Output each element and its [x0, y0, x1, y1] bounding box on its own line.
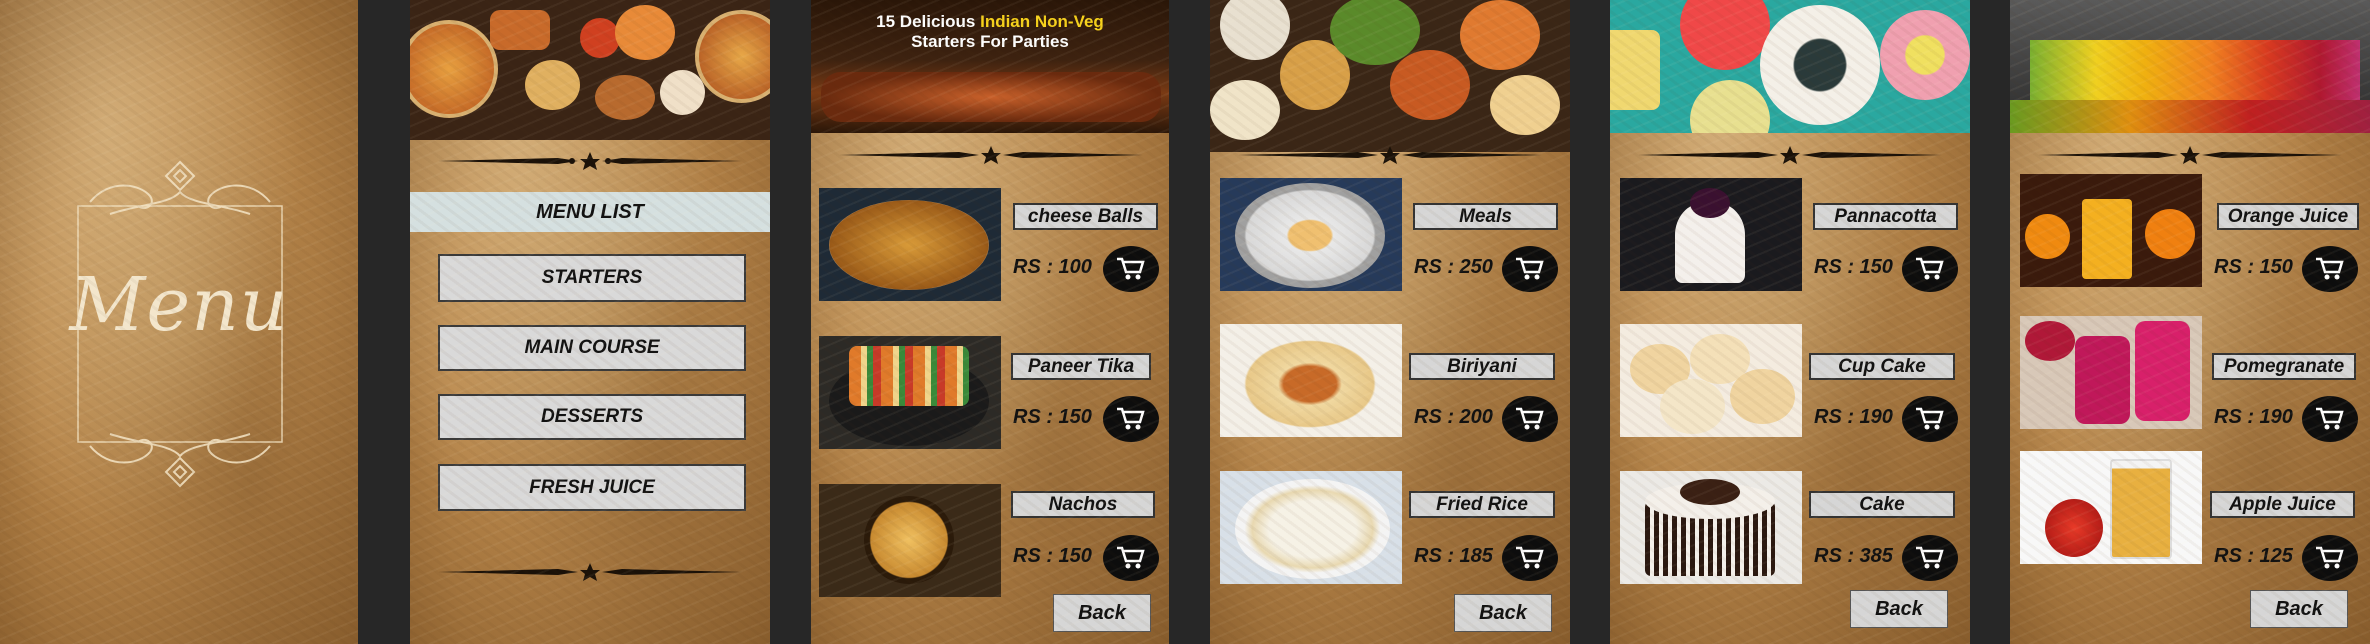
ornament-divider-icon: [438, 563, 742, 581]
ornament-divider-icon: [438, 152, 742, 170]
banner-highlight: Indian Non-Veg: [980, 12, 1104, 31]
food-image-paneer-tika: [819, 336, 1001, 449]
add-to-cart-button[interactable]: [1902, 246, 1958, 292]
fresh-juice-screen: Orange Juice RS : 150 Pomegranate RS : 1…: [2010, 0, 2370, 644]
add-to-cart-button[interactable]: [2302, 396, 2358, 442]
ornament-divider-icon: [1238, 146, 1542, 164]
back-button[interactable]: Back: [2250, 590, 2348, 628]
shopping-cart-icon: [1516, 407, 1544, 430]
desserts-button[interactable]: DESSERTS: [438, 394, 746, 440]
fresh-juice-button[interactable]: FRESH JUICE: [438, 464, 746, 511]
header-image-fastfood: [410, 0, 770, 140]
back-button[interactable]: Back: [1454, 594, 1552, 632]
shopping-cart-icon: [2316, 407, 2344, 430]
shopping-cart-icon: [1117, 257, 1145, 280]
food-image-orange-juice: [2020, 174, 2202, 287]
shopping-cart-icon: [1117, 546, 1145, 569]
add-to-cart-button[interactable]: [1103, 246, 1159, 292]
banner-text: 15 Delicious: [876, 12, 981, 31]
shopping-cart-icon: [1916, 407, 1944, 430]
shopping-cart-icon: [2316, 546, 2344, 569]
food-image-nachos: [819, 484, 1001, 597]
food-image-cup-cake: [1620, 324, 1802, 437]
shopping-cart-icon: [1916, 257, 1944, 280]
main-course-button[interactable]: MAIN COURSE: [438, 325, 746, 371]
food-image-pomegranate: [2020, 316, 2202, 429]
add-to-cart-button[interactable]: [1902, 535, 1958, 581]
item-name-biriyani: Biriyani: [1409, 353, 1555, 380]
item-name-orange-juice: Orange Juice: [2217, 203, 2359, 230]
add-to-cart-button[interactable]: [2302, 535, 2358, 581]
item-price: RS : 190: [2214, 406, 2293, 428]
shopping-cart-icon: [1516, 257, 1544, 280]
item-price: RS : 150: [2214, 256, 2293, 278]
splash-screen: Menu: [0, 0, 358, 644]
shopping-cart-icon: [2316, 257, 2344, 280]
item-name-nachos: Nachos: [1011, 491, 1155, 518]
add-to-cart-button[interactable]: [2302, 246, 2358, 292]
menu-list-heading: MENU LIST: [410, 192, 770, 232]
food-image-fried-rice: [1220, 471, 1402, 584]
item-name-cheese-balls: cheese Balls: [1013, 203, 1158, 230]
menu-list-screen: MENU LIST STARTERS MAIN COURSE DESSERTS …: [410, 0, 770, 644]
desserts-screen: Pannacotta RS : 150 Cup Cake RS : 190 Ca…: [1610, 0, 1970, 644]
food-image-meals: [1220, 178, 1402, 291]
food-image-pannacotta: [1620, 178, 1802, 291]
add-to-cart-button[interactable]: [1902, 396, 1958, 442]
shopping-cart-icon: [1516, 546, 1544, 569]
item-name-cup-cake: Cup Cake: [1809, 353, 1955, 380]
item-name-meals: Meals: [1413, 203, 1558, 230]
starters-screen: 15 Delicious Indian Non-Veg Starters For…: [811, 0, 1169, 644]
item-price: RS : 185: [1414, 545, 1493, 567]
item-price: RS : 150: [1814, 256, 1893, 278]
add-to-cart-button[interactable]: [1103, 396, 1159, 442]
item-price: RS : 150: [1013, 406, 1092, 428]
header-image-desserts: [1610, 0, 1970, 133]
item-price: RS : 100: [1013, 256, 1092, 278]
food-image-apple-juice: [2020, 451, 2202, 564]
add-to-cart-button[interactable]: [1502, 246, 1558, 292]
add-to-cart-button[interactable]: [1502, 396, 1558, 442]
ornament-divider-icon: [2038, 146, 2342, 164]
item-price: RS : 125: [2214, 545, 2293, 567]
shopping-cart-icon: [1916, 546, 1944, 569]
add-to-cart-button[interactable]: [1502, 535, 1558, 581]
header-image-juices: [2010, 0, 2370, 133]
ornament-divider-icon: [839, 146, 1143, 164]
item-name-apple-juice: Apple Juice: [2210, 491, 2355, 518]
starters-banner: 15 Delicious Indian Non-Veg Starters For…: [811, 0, 1169, 133]
menu-title: Menu: [69, 262, 289, 348]
header-image-indian-food: [1210, 0, 1570, 152]
main-course-screen: Meals RS : 250 Biriyani RS : 200 Fried R…: [1210, 0, 1570, 644]
back-button[interactable]: Back: [1053, 594, 1151, 632]
item-name-pomegranate: Pomegranate: [2212, 353, 2356, 380]
food-image-cheese-balls: [819, 188, 1001, 301]
item-name-pannacotta: Pannacotta: [1813, 203, 1958, 230]
item-price: RS : 250: [1414, 256, 1493, 278]
food-image-cake: [1620, 471, 1802, 584]
add-to-cart-button[interactable]: [1103, 535, 1159, 581]
item-price: RS : 190: [1814, 406, 1893, 428]
banner-subtitle: Starters For Parties: [911, 32, 1069, 51]
ornament-divider-icon: [1638, 146, 1942, 164]
food-image-biriyani: [1220, 324, 1402, 437]
item-price: RS : 385: [1814, 545, 1893, 567]
item-price: RS : 150: [1013, 545, 1092, 567]
item-name-fried-rice: Fried Rice: [1409, 491, 1555, 518]
starters-button[interactable]: STARTERS: [438, 254, 746, 302]
item-name-paneer-tika: Paneer Tika: [1011, 353, 1151, 380]
back-button[interactable]: Back: [1850, 590, 1948, 628]
shopping-cart-icon: [1117, 407, 1145, 430]
item-price: RS : 200: [1414, 406, 1493, 428]
item-name-cake: Cake: [1809, 491, 1955, 518]
